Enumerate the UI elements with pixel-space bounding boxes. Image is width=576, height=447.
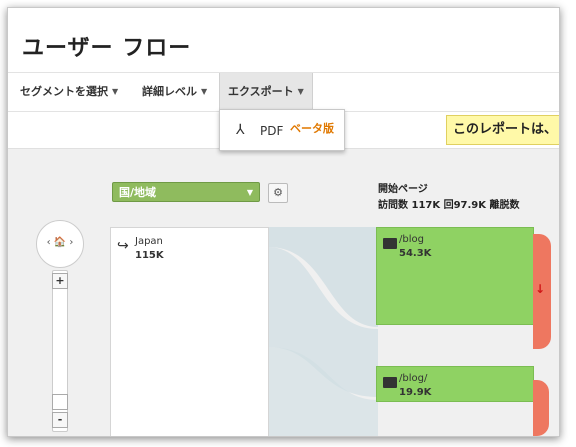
page-value: 54.3K xyxy=(399,248,432,259)
detail-level-label: 詳細レベル xyxy=(142,85,197,98)
chevron-down-icon: ▼ xyxy=(297,87,304,96)
dropoff-bar[interactable]: ↓ xyxy=(533,234,551,349)
report-notice: このレポートは、 xyxy=(446,115,559,145)
beta-badge: ベータ版 xyxy=(290,122,334,135)
entry-arrow-icon: ↪ xyxy=(117,238,129,254)
page-icon xyxy=(383,238,397,249)
page-icon xyxy=(383,377,397,388)
report-window: ユーザー フロー セグメントを選択 ▼ 詳細レベル ▼ エクスポート ▼ ⅄ PDF … xyxy=(7,7,560,437)
country-name: Japan xyxy=(135,236,163,247)
pdf-label: PDF xyxy=(260,124,284,138)
page-node[interactable]: /blog/ 19.9K xyxy=(376,366,534,402)
zoom-out-button[interactable]: - xyxy=(52,412,68,428)
chevron-down-icon: ▼ xyxy=(201,87,208,96)
gear-icon[interactable]: ⚙ xyxy=(268,183,288,203)
flow-connections xyxy=(268,227,378,436)
detail-level-button[interactable]: 詳細レベル ▼ xyxy=(142,73,207,111)
pdf-icon: ⅄ xyxy=(236,122,245,138)
chevron-down-icon: ▼ xyxy=(112,87,119,96)
country-node[interactable]: ↪ Japan 115K xyxy=(110,227,269,436)
segment-select-button[interactable]: セグメントを選択 ▼ xyxy=(20,73,118,111)
page-name: /blog xyxy=(399,234,424,245)
dropoff-arrow-icon: ↓ xyxy=(535,282,546,296)
export-menu: ⅄ PDF ベータ版 xyxy=(219,109,345,151)
pan-control[interactable]: ‹ 🏠 › xyxy=(36,220,84,268)
country-value: 115K xyxy=(135,250,164,261)
page-node[interactable]: /blog 54.3K xyxy=(376,227,534,325)
chevron-down-icon: ▼ xyxy=(246,188,253,197)
zoom-slider-handle[interactable] xyxy=(52,394,68,410)
page-name: /blog/ xyxy=(399,373,428,384)
pan-control-label: ‹ 🏠 › xyxy=(46,237,74,248)
page-value: 19.9K xyxy=(399,387,432,398)
export-pdf-menu-item[interactable]: ⅄ PDF ベータ版 xyxy=(220,110,344,150)
dropoff-bar[interactable] xyxy=(533,380,549,436)
toolbar: セグメントを選択 ▼ 詳細レベル ▼ エクスポート ▼ xyxy=(8,72,559,112)
export-button[interactable]: エクスポート ▼ xyxy=(219,73,313,111)
page-title: ユーザー フロー xyxy=(22,36,192,61)
segment-select-label: セグメントを選択 xyxy=(20,85,108,98)
dimension-select-label: 国/地域 xyxy=(119,186,157,199)
zoom-in-button[interactable]: + xyxy=(52,273,68,289)
dimension-select[interactable]: 国/地域 ▼ xyxy=(112,182,260,202)
export-label: エクスポート xyxy=(228,85,294,98)
start-page-title: 開始ページ xyxy=(378,184,428,195)
start-page-stats: 訪問数 117K 回97.9K 離脱数 xyxy=(378,200,520,211)
